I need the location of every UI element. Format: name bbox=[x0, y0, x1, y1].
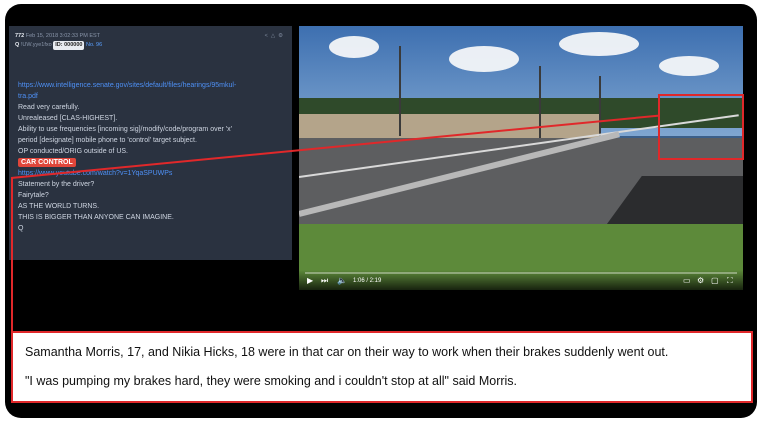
post-panel: 772 Feb 15, 2018 3:02:33 PM EST Q !UW.yy… bbox=[9, 26, 292, 260]
utility-pole bbox=[399, 46, 401, 136]
miniplayer-icon[interactable]: ▢ bbox=[711, 276, 719, 286]
post-body: https://www.intelligence.senate.gov/site… bbox=[18, 80, 286, 234]
cloud bbox=[659, 56, 719, 76]
play-icon[interactable]: ▶ bbox=[307, 276, 313, 286]
post-signature: Q bbox=[18, 225, 24, 232]
video-progress-bar[interactable] bbox=[305, 272, 737, 274]
fullscreen-icon[interactable]: ⛶ bbox=[727, 276, 733, 286]
post-no-link[interactable]: No. 96 bbox=[86, 42, 102, 48]
warning-icon[interactable]: △ bbox=[271, 33, 278, 39]
post-actions: <△⚙ bbox=[265, 32, 286, 41]
post-line: Fairytale? bbox=[18, 192, 49, 199]
post-line: Ability to use frequencies [incoming sig… bbox=[18, 126, 232, 133]
volume-icon[interactable]: 🔈 bbox=[337, 276, 347, 286]
senate-link[interactable]: https://www.intelligence.senate.gov/site… bbox=[18, 80, 286, 91]
post-line: Read very carefully. bbox=[18, 104, 80, 111]
video-time: 1:06 / 2:19 bbox=[353, 278, 382, 284]
post-line: Unrealeased [CLAS-HIGHEST]. bbox=[18, 115, 118, 122]
post-id: ID: 000000 bbox=[53, 41, 85, 50]
cloud bbox=[449, 46, 519, 72]
caption-line-1: Samantha Morris, 17, and Nikia Hicks, 18… bbox=[25, 345, 669, 359]
post-line: THIS IS BIGGER THAN ANYONE CAN IMAGINE. bbox=[18, 214, 174, 221]
cloud bbox=[559, 32, 639, 56]
post-header: 772 Feb 15, 2018 3:02:33 PM EST Q !UW.yy… bbox=[15, 32, 286, 54]
post-line: AS THE WORLD TURNS. bbox=[18, 203, 100, 210]
post-trip: !UW.yye1fxo bbox=[20, 42, 52, 48]
settings-icon[interactable]: ⚙ bbox=[697, 276, 704, 286]
post-author: Q bbox=[15, 42, 20, 48]
news-caption-box: Samantha Morris, 17, and Nikia Hicks, 18… bbox=[11, 331, 753, 403]
video-highlight-box bbox=[658, 94, 744, 160]
subtitles-icon[interactable]: ▭ bbox=[683, 276, 691, 286]
utility-pole bbox=[599, 76, 601, 138]
cloud bbox=[329, 36, 379, 58]
caption-line-2: "I was pumping my brakes hard, they were… bbox=[25, 374, 518, 388]
next-icon[interactable]: ⏭ bbox=[321, 276, 328, 286]
post-number: 772 bbox=[15, 33, 25, 39]
senate-link-cont[interactable]: tra.pdf bbox=[18, 91, 286, 102]
post-line: Statement by the driver? bbox=[18, 181, 95, 188]
post-datetime: Feb 15, 2018 3:02:33 PM EST bbox=[25, 33, 101, 39]
post-line: period [designate] mobile phone to 'cont… bbox=[18, 137, 197, 144]
settings-icon[interactable]: ⚙ bbox=[278, 33, 286, 39]
video-controls: ▶ ⏭ 🔈 1:06 / 2:19 ▭ ⚙ ▢ ⛶ bbox=[299, 270, 743, 290]
car-control-tag: CAR CONTROL bbox=[18, 158, 76, 167]
highlight-connector-vertical bbox=[11, 178, 13, 332]
